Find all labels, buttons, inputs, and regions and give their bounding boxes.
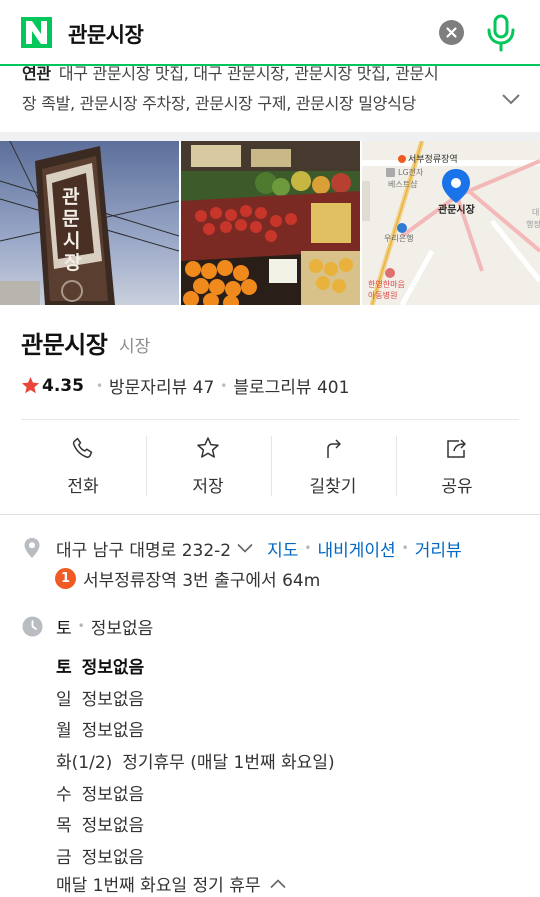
hours-list: 토 정보없음 일 정보없음 월 정보없음 화(1/2) 정기휴무 (매달 1번째 화요일…	[56, 650, 526, 871]
star-filled-icon	[21, 376, 40, 394]
hours-status: 정보없음	[81, 721, 145, 742]
voice-search-mic-icon[interactable]	[485, 14, 517, 52]
action-bar: 전화 저장 길찾기 공유	[21, 420, 519, 512]
hours-status: 정보없음	[81, 847, 145, 868]
map-station-label: 서부정류장역	[408, 154, 458, 165]
share-icon	[447, 439, 466, 458]
map-lg-label: LG전자	[398, 167, 424, 177]
map-edge-label-2: 행정	[526, 219, 540, 229]
sign-char-3: 시	[63, 230, 80, 252]
hours-day: 일	[56, 689, 72, 710]
save-label: 저장	[192, 477, 224, 497]
rating-row: 4.35 • 방문자리뷰 47 • 블로그리뷰 401	[21, 373, 349, 398]
dot-separator: •	[304, 541, 312, 555]
rating-value: 4.35	[42, 375, 84, 396]
phone-icon	[72, 437, 93, 458]
blog-reviews-link[interactable]: 블로그리뷰 401	[233, 373, 349, 398]
location-map-thumbnail[interactable]: 서부정류장역 LG전자 베스트샵 우리은행 한영한마음 아동병원 대 행정 관문…	[362, 141, 540, 305]
hours-item: 수 정보없음	[56, 776, 526, 808]
related-title: 연관	[22, 66, 51, 83]
hours-day: 월	[56, 721, 72, 742]
hours-note[interactable]: 매달 1번째 화요일 정기 휴무	[56, 871, 287, 896]
search-bar: 관문시장	[0, 0, 540, 66]
sign-char-2: 문	[62, 208, 79, 230]
market-sign-photo[interactable]: 관 문 시 장	[0, 141, 179, 305]
save-button[interactable]: 저장	[146, 420, 270, 512]
directions-button[interactable]: 길찾기	[271, 420, 395, 512]
hours-today-day: 토	[56, 618, 72, 639]
naver-logo-icon[interactable]	[21, 17, 52, 48]
call-button[interactable]: 전화	[21, 420, 145, 512]
chevron-down-icon[interactable]	[501, 92, 521, 106]
hours-item: 토 정보없음	[56, 650, 526, 682]
hours-status: 정보없음	[81, 816, 145, 837]
clock-icon	[22, 616, 43, 636]
hours-status: 정보없음	[81, 689, 145, 710]
map-link[interactable]: 지도	[267, 536, 298, 561]
hours-item: 화(1/2) 정기휴무 (매달 1번째 화요일)	[56, 745, 526, 777]
chevron-up-icon	[270, 878, 287, 888]
hours-header[interactable]: 토 • 정보없음	[22, 615, 154, 639]
close-icon	[446, 27, 457, 38]
call-label: 전화	[67, 477, 99, 497]
sign-char-4: 장	[64, 252, 82, 274]
hours-status: 정보없음	[81, 658, 145, 679]
dot-separator: •	[220, 378, 228, 393]
hours-day: 토	[56, 658, 72, 679]
hours-day: 화(1/2)	[56, 753, 113, 774]
map-hospital-label-2: 아동병원	[368, 290, 397, 300]
star-outline-icon	[197, 437, 219, 458]
map-edge-label: 대	[532, 208, 539, 217]
hours-today-status: 정보없음	[90, 618, 154, 639]
clear-search-button[interactable]	[439, 20, 464, 45]
related-keywords-text-1[interactable]: 대구 관문시장 맛집, 대구 관문시장, 관문시장 맛집, 관문시	[59, 66, 439, 83]
place-name: 관문시장	[21, 331, 108, 359]
hours-note-text: 매달 1번째 화요일 정기 휴무	[56, 876, 261, 896]
dot-separator: •	[401, 541, 409, 555]
related-keywords: 연관 대구 관문시장 맛집, 대구 관문시장, 관문시장 맛집, 관문시 장 족발…	[0, 66, 540, 132]
hours-item: 월 정보없음	[56, 713, 526, 745]
hours-day: 수	[56, 784, 72, 805]
navigation-link[interactable]: 내비게이션	[317, 536, 395, 561]
hours-item: 목 정보없음	[56, 808, 526, 840]
address-text: 대구 남구 대명로 232-2	[56, 540, 232, 561]
related-line-1[interactable]: 연관 대구 관문시장 맛집, 대구 관문시장, 관문시장 맛집, 관문시	[22, 66, 439, 84]
search-query[interactable]: 관문시장	[68, 19, 144, 49]
hours-item: 금 정보없음	[56, 840, 526, 872]
place-category: 시장	[119, 337, 151, 357]
map-lg-label-2: 베스트샵	[388, 179, 418, 189]
hours-day: 금	[56, 847, 72, 868]
streetview-link[interactable]: 거리뷰	[415, 536, 462, 561]
map-bank-label: 우리은행	[384, 233, 413, 243]
section-separator	[0, 132, 540, 141]
directions-icon	[327, 439, 341, 458]
hours-day: 목	[56, 816, 72, 837]
subway-row: 1 서부정류장역 3번 출구에서 64m	[55, 567, 321, 591]
address-row: 대구 남구 대명로 232-2 지도 • 내비게이션 • 거리뷰	[22, 536, 462, 561]
chevron-down-icon[interactable]	[237, 543, 253, 553]
sign-char-1: 관	[62, 186, 80, 208]
location-pin-icon	[24, 538, 40, 558]
section-divider	[0, 514, 540, 515]
fruit-stall-photo[interactable]	[181, 141, 360, 305]
map-place-label: 관문시장	[438, 203, 476, 216]
hours-status: 정보없음	[81, 784, 145, 805]
subway-text: 서부정류장역 3번 출구에서 64m	[83, 571, 321, 591]
dot-separator: •	[95, 378, 104, 393]
share-label: 공유	[441, 477, 473, 497]
subway-line-badge: 1	[55, 568, 76, 589]
photo-strip: 관 문 시 장 서부정류장역 LG전자 베스트샵 우리은행 한영한마음 아동병원…	[0, 141, 540, 305]
visitor-reviews-link[interactable]: 방문자리뷰 47	[109, 373, 214, 398]
map-hospital-label: 한영한마음	[368, 279, 405, 289]
hours-item: 일 정보없음	[56, 682, 526, 714]
hours-status: 정기휴무 (매달 1번째 화요일)	[122, 753, 335, 774]
related-line-2[interactable]: 장 족발, 관문시장 주차장, 관문시장 구제, 관문시장 밀양식당	[22, 90, 416, 114]
dot-separator: •	[77, 619, 85, 633]
share-button[interactable]: 공유	[395, 420, 519, 512]
directions-label: 길찾기	[309, 477, 357, 497]
